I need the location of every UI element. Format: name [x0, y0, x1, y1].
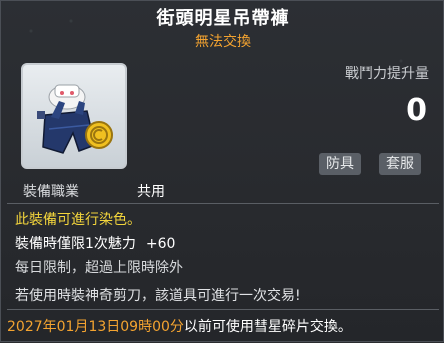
combat-power-value: 0	[406, 93, 427, 128]
exchange-notice: 2027年01月13日09時00分以前可使用彗星碎片交換。	[7, 316, 352, 336]
job-value: 共用	[137, 184, 165, 200]
item-name: 街頭明星吊帶褲	[156, 8, 290, 29]
item-tooltip: 街頭明星吊帶褲 無法交換 戰鬥力提升量 0 防具 套服 裝備職業 共用 此裝備可…	[0, 0, 444, 343]
exchange-date: 2027年01月13日09時00分	[7, 319, 184, 335]
category-tag-armor: 防具	[319, 153, 361, 175]
item-icon-frame	[21, 63, 127, 169]
combat-power-label: 戰鬥力提升量	[345, 66, 429, 82]
trade-status: 無法交換	[195, 34, 251, 50]
exchange-text: 以前可使用彗星碎片交換。	[183, 319, 352, 335]
charm-bonus: +60	[145, 236, 176, 252]
job-label: 裝備職業	[23, 184, 79, 200]
scissors-note: 若使用時裝神奇剪刀，該道具可進行一次交易!	[15, 288, 301, 304]
daily-limit-note: 每日限制，超過上限時除外	[15, 260, 183, 276]
charm-limit-line: 裝備時僅限1次魅力 +60	[15, 233, 175, 253]
charm-limit-label: 裝備時僅限1次魅力	[15, 236, 136, 252]
overalls-icon	[37, 84, 113, 154]
dye-note: 此裝備可進行染色。	[15, 212, 141, 228]
divider	[7, 309, 439, 310]
category-tag-outfit: 套服	[379, 153, 421, 175]
divider	[7, 203, 439, 204]
